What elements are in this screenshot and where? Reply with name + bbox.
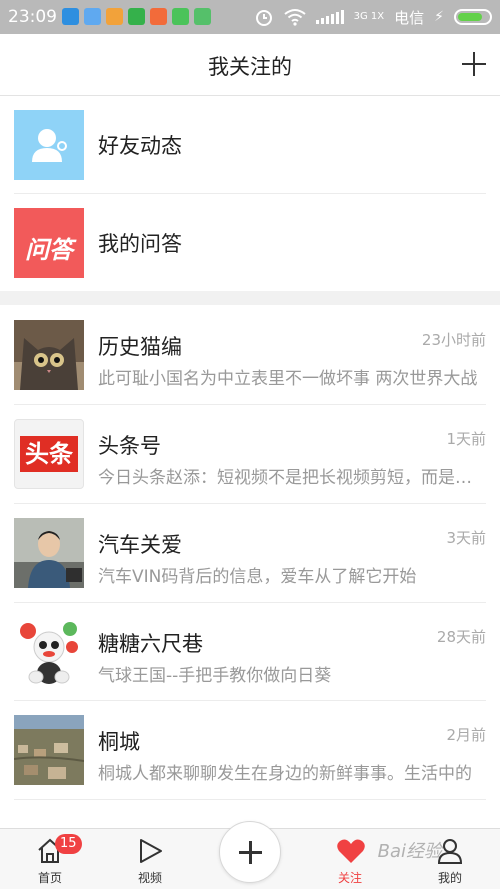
item-time: 28天前 <box>436 628 486 646</box>
item-name: 头条号 <box>98 434 161 458</box>
item-time: 23小时前 <box>421 331 486 349</box>
list-item[interactable]: 头条 头条号 今日头条赵添：短视频不是把长视频剪短，而是要有 1天前 <box>0 404 500 503</box>
status-time: 23:09 <box>8 7 57 27</box>
play-icon <box>140 839 162 863</box>
tab-video[interactable]: 视频 <box>110 829 190 889</box>
notification-icon <box>62 8 79 25</box>
divider <box>14 799 486 800</box>
avatar <box>14 617 84 687</box>
item-time: 3天前 <box>446 529 486 547</box>
notification-badge: 15 <box>55 834 82 854</box>
notification-icon <box>194 8 211 25</box>
avatar <box>14 518 84 588</box>
notification-icon <box>150 8 167 25</box>
item-time: 2月前 <box>446 726 486 744</box>
tab-home[interactable]: 15 首页 <box>10 829 90 889</box>
list-item[interactable]: 历史猫编 此可耻小国名为中立表里不一做坏事 两次世界大战 23小时前 <box>0 305 500 404</box>
wifi-icon <box>284 9 306 26</box>
heart-icon <box>337 839 365 863</box>
notification-icon <box>84 8 101 25</box>
alarm-icon <box>255 10 272 26</box>
item-name: 桐城 <box>98 730 140 754</box>
notification-icon <box>106 8 123 25</box>
list-item[interactable]: 桐城 桐城人都来聊聊发生在身边的新鲜事事。生活中的 2月前 <box>0 700 500 799</box>
item-description: 此可耻小国名为中立表里不一做坏事 两次世界大战 <box>98 369 478 389</box>
tab-label: 首页 <box>37 871 62 885</box>
list-item[interactable]: 汽车关爱 汽车VIN码背后的信息，爱车从了解它开始 3天前 <box>0 503 500 602</box>
section-gap <box>0 291 500 305</box>
status-bar: 23:09 3G 1X 电信 ⚡ <box>0 0 500 34</box>
carrier-label: 电信 <box>394 8 425 27</box>
avatar: 头条 <box>14 419 84 489</box>
notification-icon <box>128 8 145 25</box>
notification-icon <box>172 8 189 25</box>
entry-my-qa[interactable]: 问答 我的问答 <box>0 194 500 292</box>
item-name: 糖糖六尺巷 <box>98 632 203 656</box>
network-type: 3G 1X <box>353 11 385 22</box>
item-name: 汽车关爱 <box>98 533 182 557</box>
item-description: 汽车VIN码背后的信息，爱车从了解它开始 <box>98 567 417 587</box>
tab-mine[interactable]: 我的 <box>410 829 490 889</box>
entry-label: 我的问答 <box>98 232 182 256</box>
item-description: 气球王国--手把手教你做向日葵 <box>98 666 332 686</box>
qa-icon: 问答 <box>14 208 84 278</box>
app-header: 我关注的 <box>0 34 500 96</box>
item-name: 历史猫编 <box>98 335 182 359</box>
signal-icon <box>315 10 344 24</box>
tab-label: 视频 <box>137 871 162 885</box>
item-time: 1天前 <box>446 430 486 448</box>
charging-icon: ⚡ <box>434 9 444 25</box>
add-follow-button[interactable] <box>462 52 486 76</box>
item-description: 今日头条赵添：短视频不是把长视频剪短，而是要有 <box>98 468 478 488</box>
user-icon <box>437 839 463 864</box>
publish-button[interactable] <box>219 821 281 883</box>
friends-icon <box>14 110 84 180</box>
battery-icon <box>454 9 492 25</box>
bottom-nav: 15 首页 视频 关注 Bai经验 我的 <box>0 821 500 889</box>
avatar <box>14 715 84 785</box>
entry-friends-activity[interactable]: 好友动态 <box>0 96 500 194</box>
list-item[interactable]: 糖糖六尺巷 气球王国--手把手教你做向日葵 28天前 <box>0 602 500 701</box>
tab-label: 我的 <box>437 871 462 885</box>
avatar <box>14 320 84 390</box>
item-description: 桐城人都来聊聊发生在身边的新鲜事事。生活中的 <box>98 764 472 784</box>
tab-label: 关注 <box>337 871 362 885</box>
entry-label: 好友动态 <box>98 134 182 158</box>
page-title: 我关注的 <box>208 55 292 79</box>
